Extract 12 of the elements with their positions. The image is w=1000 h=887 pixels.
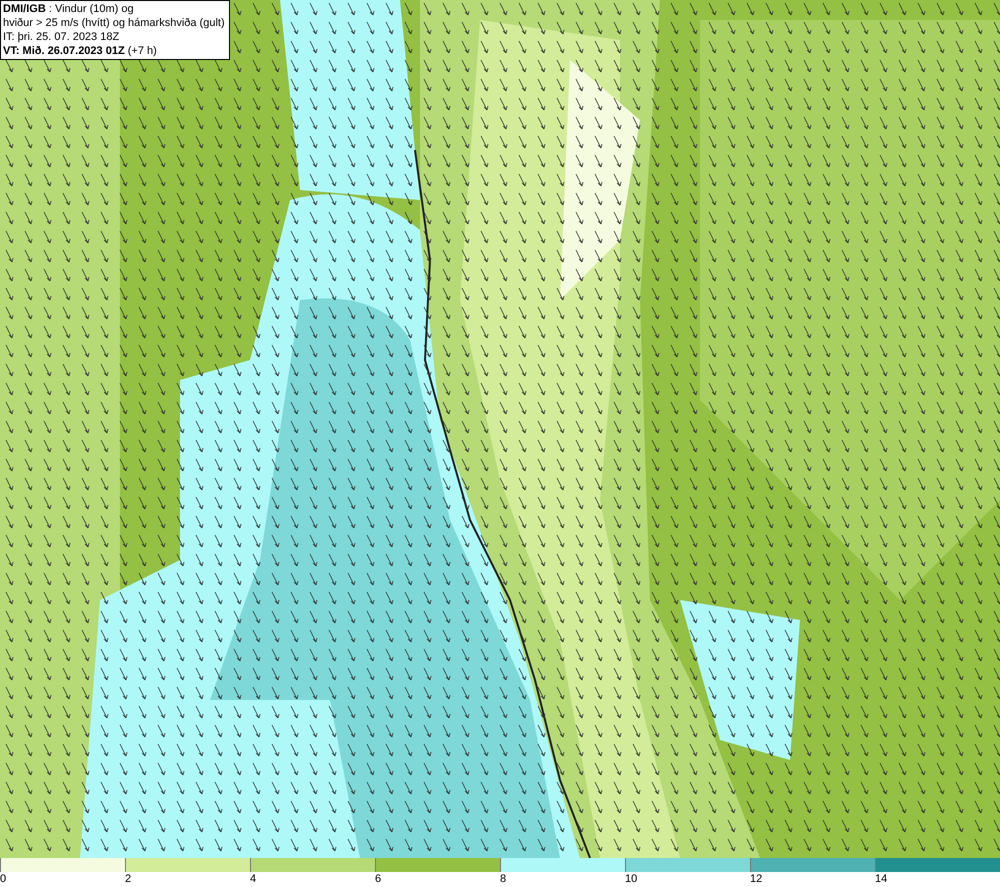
legend-label: 8: [500, 872, 506, 886]
legend-label: 0: [0, 872, 6, 886]
legend-label: 4: [250, 872, 256, 886]
info-text: VT: Mið. 26.07.2023 01Z (+7 h): [3, 44, 158, 58]
legend-label: 14: [875, 872, 888, 886]
legend-label: 10: [625, 872, 638, 886]
info-text: IT: þri. 25. 07. 2023 18Z: [3, 30, 120, 44]
legend-label: 2: [125, 872, 132, 886]
info-text: DMI/IGB : Vindur (10m) og: [3, 2, 135, 16]
legend-label: 6: [375, 872, 382, 886]
info-text: hviður > 25 m/s (hvítt) og hámarkshviða (gult): [3, 16, 226, 30]
legend-label: 12: [750, 872, 762, 886]
